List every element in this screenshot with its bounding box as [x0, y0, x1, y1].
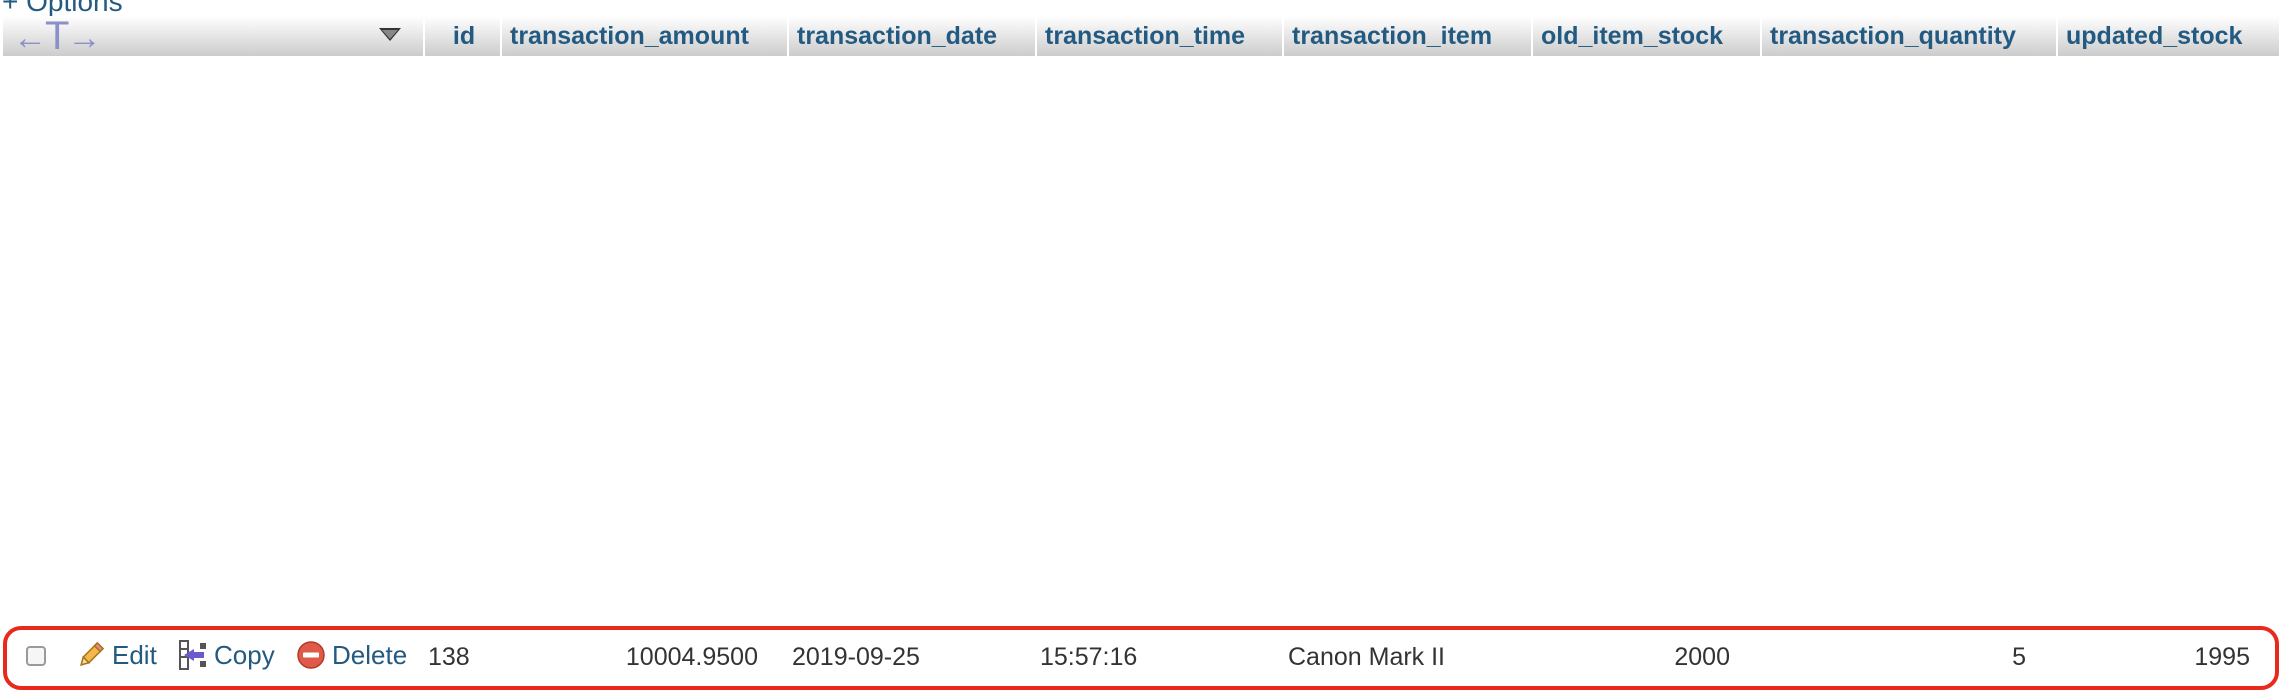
insert-row-icon [178, 639, 208, 671]
pencil-icon [76, 640, 106, 670]
column-header-transaction-amount[interactable]: transaction_amount [500, 16, 788, 56]
cell-updated-stock[interactable]: 1995 [2080, 640, 2250, 674]
column-header-transaction-quantity[interactable]: transaction_quantity [1760, 16, 2058, 56]
cell-transaction-time[interactable]: 15:57:16 [1040, 640, 1137, 674]
cell-id[interactable]: 138 [428, 640, 470, 674]
sort-caret-icon[interactable] [379, 28, 401, 41]
column-header-transaction-time[interactable]: transaction_time [1035, 16, 1283, 56]
delete-circle-icon [296, 640, 326, 670]
cell-transaction-date[interactable]: 2019-09-25 [792, 640, 920, 674]
edit-label: Edit [112, 639, 157, 670]
column-header-id[interactable]: id [423, 16, 503, 56]
column-header-old-item-stock[interactable]: old_item_stock [1531, 16, 1761, 56]
column-header-updated-stock[interactable]: updated_stock [2056, 16, 2279, 56]
column-header-transaction-date[interactable]: transaction_date [787, 16, 1035, 56]
copy-label: Copy [214, 639, 275, 670]
delete-label: Delete [332, 639, 408, 670]
results-table: + Options ←T→ id transaction_amount tran… [0, 0, 2282, 694]
column-resize-arrows-icon[interactable]: ←T→ [13, 16, 101, 56]
copy-button[interactable]: Copy [178, 637, 275, 673]
header-controls: ←T→ [3, 16, 423, 56]
row-checkbox[interactable] [26, 646, 46, 666]
table-header: ←T→ id transaction_amount transaction_da… [3, 16, 2279, 56]
edit-button[interactable]: Edit [76, 637, 157, 673]
options-link[interactable]: + Options [2, 0, 123, 16]
cell-transaction-amount[interactable]: 10004.9500 [560, 640, 758, 674]
cell-transaction-item[interactable]: Canon Mark II [1288, 640, 1445, 674]
column-header-transaction-item[interactable]: transaction_item [1282, 16, 1532, 56]
delete-button[interactable]: Delete [296, 637, 407, 673]
cell-old-item-stock[interactable]: 2000 [1530, 640, 1730, 674]
cell-transaction-quantity[interactable]: 5 [1860, 640, 2026, 674]
